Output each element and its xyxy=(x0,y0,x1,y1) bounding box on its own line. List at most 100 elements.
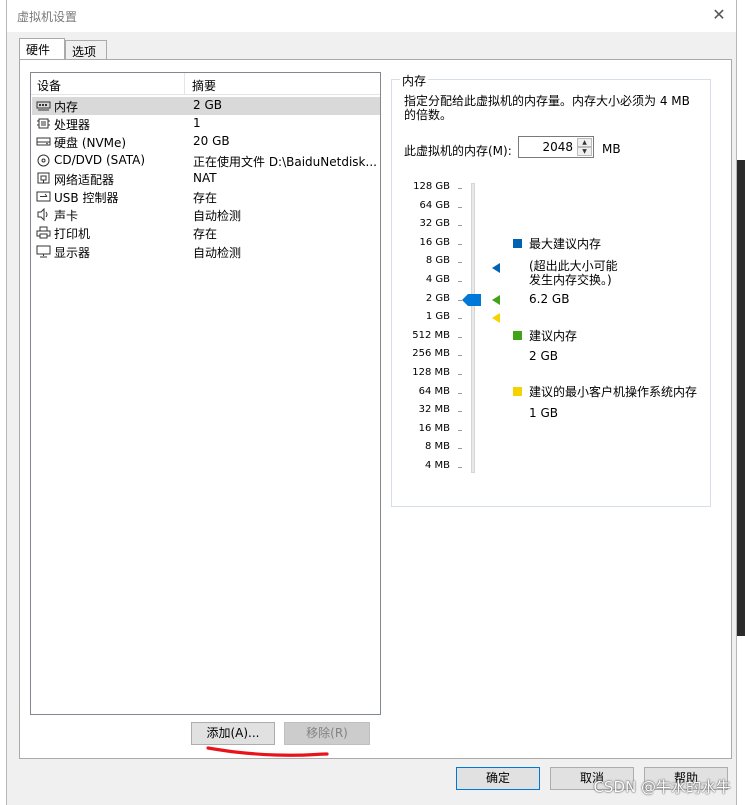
max-recommended-note-line2: 发生内存交换。) xyxy=(529,273,612,287)
device-row[interactable]: 显示器 自动检测 xyxy=(32,243,380,261)
scale-tick-mark xyxy=(458,281,462,282)
tab-hardware[interactable]: 硬件 xyxy=(19,38,65,59)
red-annotation-underline xyxy=(206,746,329,757)
scale-tick-label: 8 MB xyxy=(424,441,450,453)
spin-up-icon[interactable]: ▲ xyxy=(577,138,592,147)
scale-tick-mark xyxy=(458,318,462,320)
device-name: 处理器 xyxy=(54,118,91,133)
scale-tick-label: 32 MB xyxy=(418,404,450,416)
device-name: 网络适配器 xyxy=(54,172,115,187)
scale-tick-label: 8 GB xyxy=(425,255,450,267)
background-dark-strip xyxy=(737,160,745,636)
hardware-panel: 设备 摘要 内存 2 GB 处理器 1 硬盘 (NVMe) 20 GB CD/DVD (SA… xyxy=(19,59,732,759)
device-row[interactable]: USB 控制器 存在 xyxy=(32,188,380,206)
device-summary: 正在使用文件 D:\BaiduNetdisk... xyxy=(193,154,377,169)
window-title: 虚拟机设置 xyxy=(17,10,78,24)
max-recommended-value: 6.2 GB xyxy=(529,292,570,306)
monitor-icon xyxy=(36,245,51,258)
memory-slider-thumb[interactable] xyxy=(462,293,482,306)
min-guest-marker-icon xyxy=(492,313,500,324)
tab-options[interactable]: 选项 xyxy=(65,40,107,60)
device-summary: 1 xyxy=(193,116,201,131)
scale-tick-mark xyxy=(458,411,462,413)
scale-tick-label: 2 GB xyxy=(425,292,450,304)
column-header-device[interactable]: 设备 xyxy=(37,77,61,94)
device-summary: NAT xyxy=(193,170,217,185)
scale-tick-label: 64 MB xyxy=(418,385,450,397)
column-separator[interactable] xyxy=(184,73,185,95)
scale-tick-label: 64 GB xyxy=(419,199,450,211)
hard-disk-icon xyxy=(36,135,51,148)
close-icon[interactable]: ✕ xyxy=(710,6,728,24)
device-row[interactable]: 处理器 1 xyxy=(32,115,380,133)
scale-tick-mark xyxy=(458,243,462,245)
speaker-icon xyxy=(36,207,51,222)
memory-size-input[interactable]: 2048 xyxy=(542,140,573,154)
scale-tick-mark xyxy=(458,392,462,394)
device-row[interactable]: 打印机 存在 xyxy=(32,224,380,242)
recommended-legend-icon xyxy=(513,331,522,340)
device-row[interactable]: 网络适配器 NAT xyxy=(32,170,380,188)
device-row[interactable]: 声卡 自动检测 xyxy=(32,206,380,224)
scale-tick-mark xyxy=(458,355,462,357)
usb-icon xyxy=(36,190,51,203)
device-list-header: 设备 摘要 xyxy=(31,73,380,95)
device-name: 打印机 xyxy=(54,227,91,242)
scale-tick-mark xyxy=(458,467,462,468)
scale-tick-mark xyxy=(458,188,462,189)
ok-button[interactable]: 确定 xyxy=(456,767,540,790)
min-guest-value: 1 GB xyxy=(529,406,558,420)
scale-tick-label: 16 MB xyxy=(418,422,450,434)
max-recommended-note-line1: (超出此大小可能 xyxy=(529,259,618,273)
spin-down-icon[interactable]: ▼ xyxy=(577,147,592,156)
device-row[interactable]: 内存 2 GB xyxy=(32,97,380,115)
device-name: 内存 xyxy=(54,100,79,114)
scale-tick-label: 256 MB xyxy=(412,348,450,360)
scale-tick-label: 4 MB xyxy=(424,460,450,471)
printer-icon xyxy=(36,226,51,239)
device-row[interactable]: 硬盘 (NVMe) 20 GB xyxy=(32,133,380,151)
device-name: USB 控制器 xyxy=(54,191,119,205)
device-summary: 自动检测 xyxy=(193,209,242,224)
max-recommended-marker-icon xyxy=(492,262,500,273)
add-device-button[interactable]: 添加(A)... xyxy=(191,722,275,745)
scale-tick-label: 512 MB xyxy=(412,329,450,341)
scale-tick-label: 32 GB xyxy=(419,218,450,230)
memory-description: 指定分配给此虚拟机的内存量。内存大小必须为 4 MB 的倍数。 xyxy=(404,94,690,122)
device-list[interactable]: 设备 摘要 内存 2 GB 处理器 1 硬盘 (NVMe) 20 GB CD/DVD (SA… xyxy=(30,72,381,715)
max-recommended-title: 最大建议内存 xyxy=(529,237,602,251)
device-summary: 自动检测 xyxy=(193,245,242,260)
scale-tick-mark xyxy=(458,374,462,375)
recommended-marker-icon xyxy=(492,294,500,305)
device-row[interactable]: CD/DVD (SATA) 正在使用文件 D:\BaiduNetdisk... xyxy=(32,152,380,170)
device-summary: 存在 xyxy=(193,191,218,205)
scale-tick-mark xyxy=(458,225,462,227)
remove-device-button[interactable]: 移除(R) xyxy=(284,722,370,745)
device-summary: 2 GB xyxy=(193,98,222,112)
vm-settings-dialog: 虚拟机设置 ✕ 硬件 选项 设备 摘要 内存 2 GB 处理器 1 硬盘 (NVMe) 2… xyxy=(6,0,737,805)
memory-unit: MB xyxy=(602,142,621,156)
scale-tick-mark xyxy=(458,336,462,338)
memory-size-label: 此虚拟机的内存(M): xyxy=(404,144,512,158)
device-summary: 存在 xyxy=(193,227,218,242)
scale-tick-mark xyxy=(458,448,462,450)
scale-tick-mark xyxy=(458,262,462,264)
recommended-title: 建议内存 xyxy=(529,329,578,343)
device-name: 声卡 xyxy=(54,209,79,224)
device-name: CD/DVD (SATA) xyxy=(54,152,146,167)
scale-tick-mark xyxy=(458,429,462,431)
cd-dvd-icon xyxy=(36,154,51,167)
scale-tick-label: 128 GB xyxy=(413,181,450,192)
device-summary: 20 GB xyxy=(193,134,230,149)
scale-tick-label: 128 MB xyxy=(412,367,450,378)
memory-group-title: 内存 xyxy=(400,72,429,89)
csdn-watermark: CSDN @牛水的水牛 xyxy=(593,778,731,796)
scale-tick-label: 1 GB xyxy=(425,311,450,323)
scale-tick-mark xyxy=(458,206,462,208)
memory-slider-track[interactable] xyxy=(471,183,475,473)
recommended-value: 2 GB xyxy=(529,349,558,363)
memory-size-stepper[interactable]: 2048 ▲ ▼ xyxy=(518,136,594,158)
column-header-summary[interactable]: 摘要 xyxy=(192,77,216,94)
min-guest-legend-icon xyxy=(513,387,522,396)
device-name: 硬盘 (NVMe) xyxy=(54,136,127,151)
